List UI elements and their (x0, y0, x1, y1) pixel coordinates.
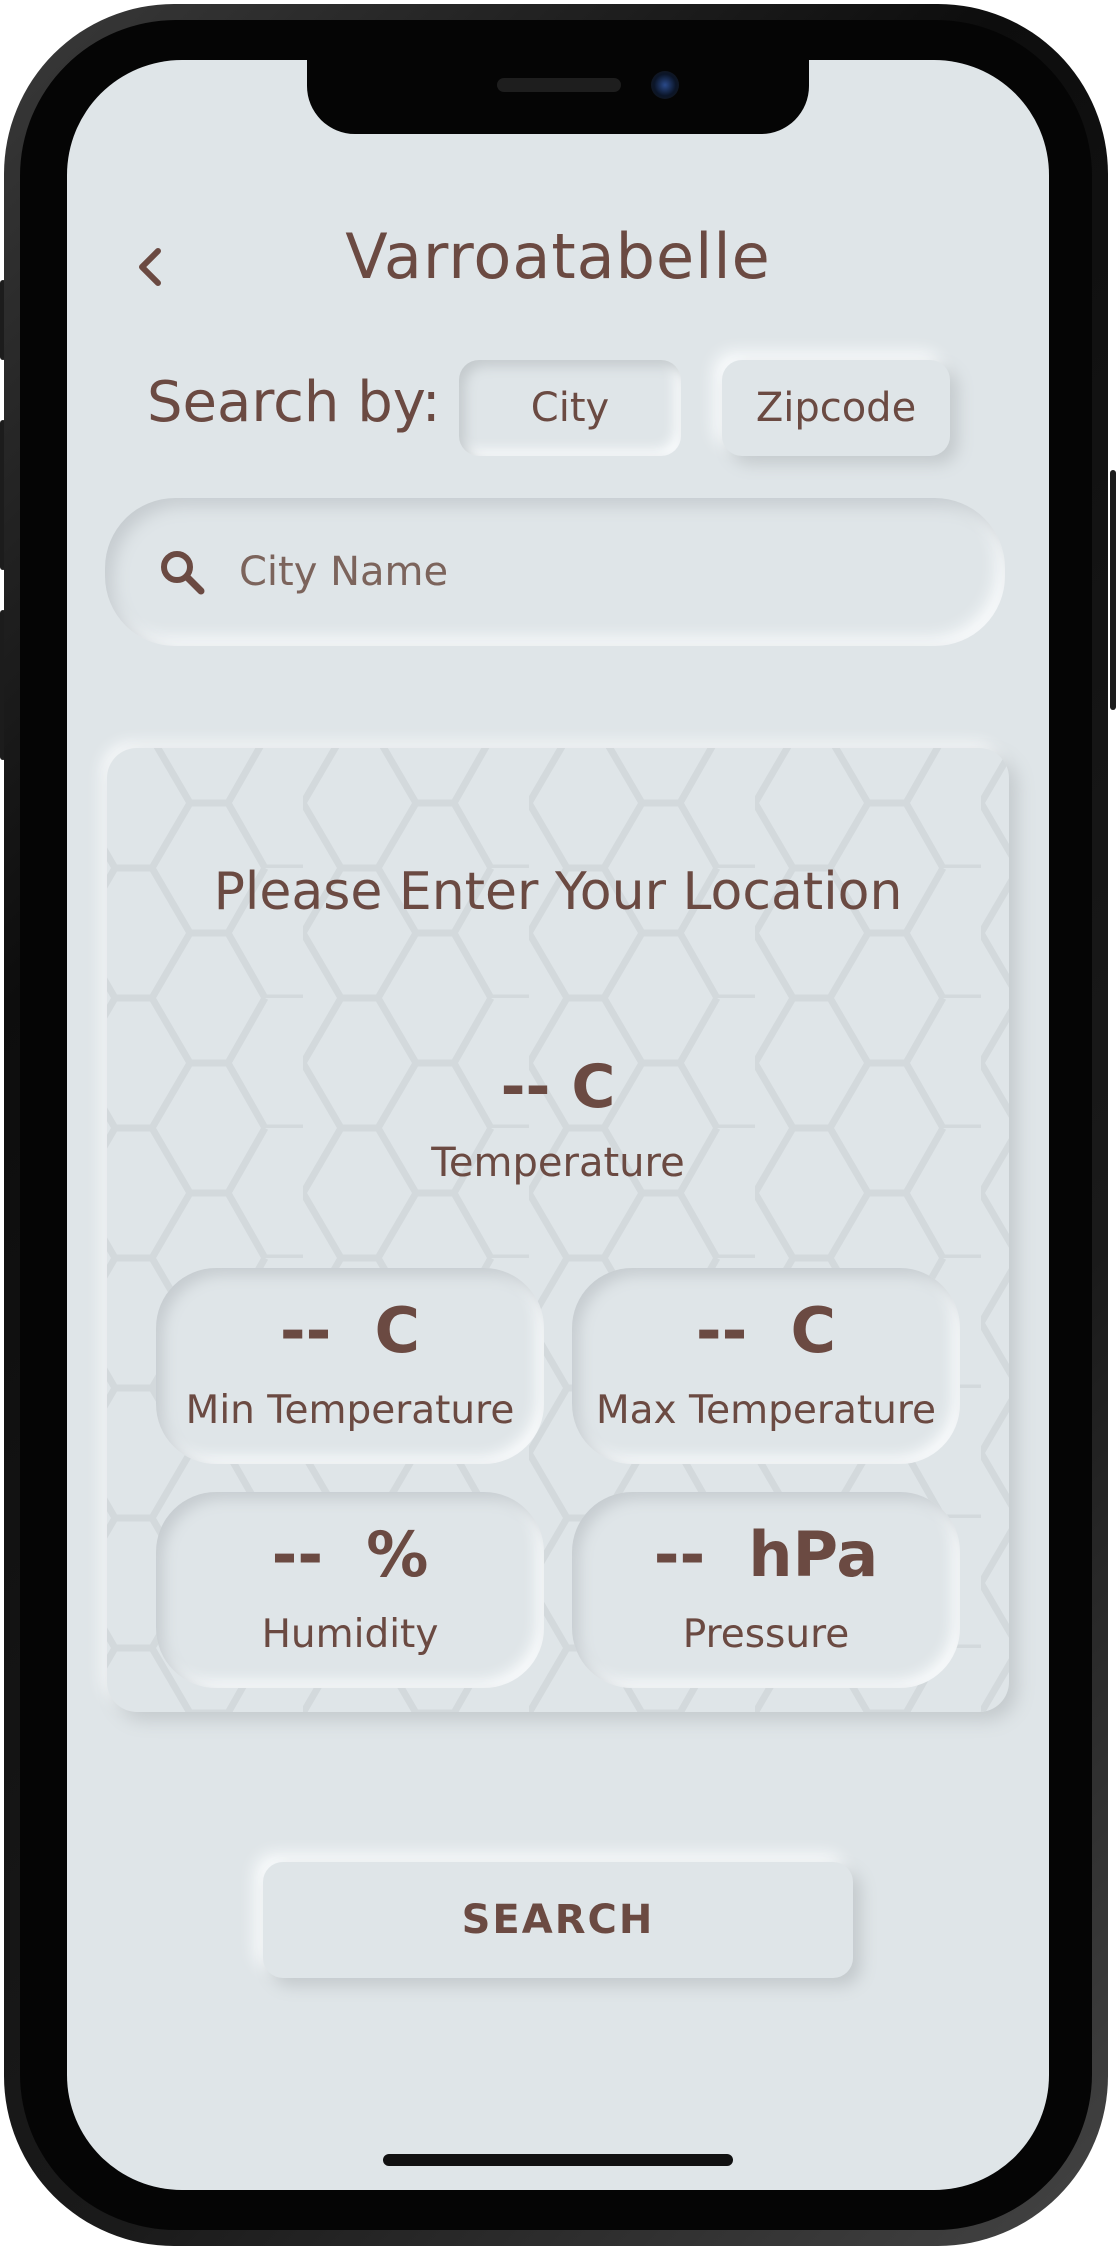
search-icon (161, 551, 205, 595)
search-button[interactable]: SEARCH (263, 1862, 853, 1978)
location-prompt: Please Enter Your Location (213, 862, 903, 922)
page-title: Varroatabelle (345, 220, 771, 293)
pressure-value: -- hPa (653, 1518, 879, 1591)
min-temperature-label: Min Temperature (185, 1388, 515, 1433)
humidity-value: -- % (271, 1518, 429, 1591)
front-camera-icon (651, 71, 679, 99)
pressure-label: Pressure (682, 1612, 850, 1657)
max-temperature-value: -- C (695, 1294, 837, 1367)
temperature-value: -- C (500, 1052, 616, 1122)
max-temperature-label: Max Temperature (595, 1388, 937, 1433)
home-indicator (383, 2154, 733, 2166)
notch (307, 60, 809, 134)
speaker-grille (497, 78, 621, 92)
search-by-city-toggle[interactable]: City (459, 360, 681, 456)
min-temperature-tile: -- C Min Temperature (156, 1268, 544, 1464)
max-temperature-tile: -- C Max Temperature (572, 1268, 960, 1464)
min-temperature-value: -- C (279, 1294, 421, 1367)
search-by-label: Search by: (147, 370, 441, 435)
power-button (1110, 470, 1116, 710)
humidity-label: Humidity (261, 1612, 439, 1657)
search-field[interactable] (105, 498, 1005, 646)
temperature-label: Temperature (431, 1140, 685, 1186)
search-by-zipcode-toggle[interactable]: Zipcode (722, 360, 950, 456)
pressure-tile: -- hPa Pressure (572, 1492, 960, 1688)
search-input[interactable] (237, 548, 941, 596)
humidity-tile: -- % Humidity (156, 1492, 544, 1688)
